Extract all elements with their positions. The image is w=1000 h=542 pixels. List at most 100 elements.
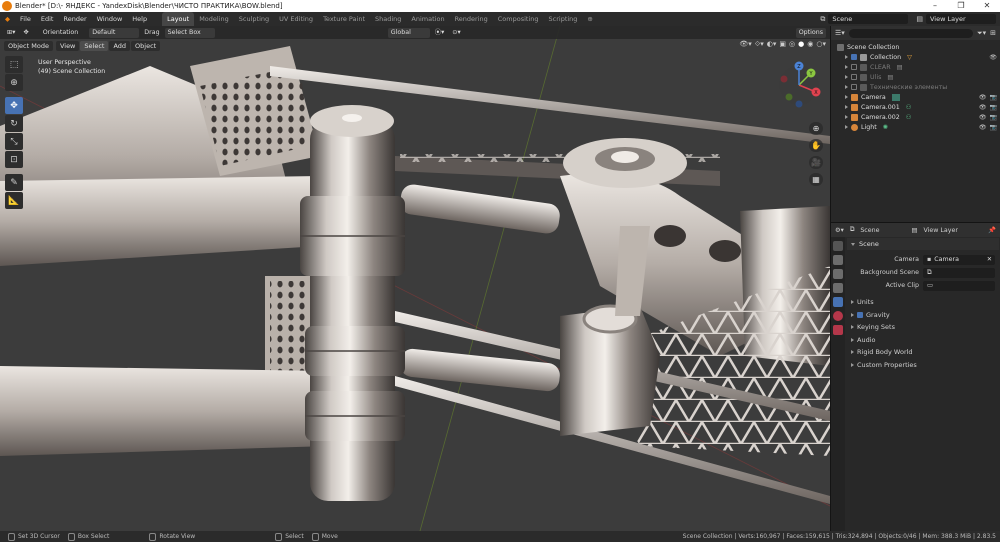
collection-checkbox[interactable] [851, 74, 857, 80]
expand-arrow-icon[interactable] [851, 362, 854, 367]
expand-arrow-icon[interactable] [845, 125, 848, 129]
menu-file[interactable]: File [15, 12, 36, 26]
render-camera-icon[interactable]: 📷 [990, 114, 997, 121]
expand-arrow-icon[interactable] [851, 300, 854, 305]
add-workspace-icon[interactable]: ⊕ [582, 12, 597, 26]
expand-arrow-icon[interactable] [851, 325, 854, 330]
output-tab-icon[interactable] [833, 269, 843, 279]
pan-hand-icon[interactable]: ✋ [809, 139, 823, 152]
overlay-icon[interactable]: ◐▾ [767, 40, 777, 51]
object-mode-dropdown[interactable]: Object Mode [4, 40, 53, 51]
world-tab-icon[interactable] [833, 311, 843, 321]
rotate-tool-icon[interactable]: ↻ [5, 115, 23, 132]
eye-icon[interactable]: 👁 [989, 54, 997, 61]
outliner-row-light[interactable]: Light ✺ 👁 📷 [831, 122, 1000, 132]
menu-object[interactable]: Object [131, 40, 161, 51]
collection-checkbox[interactable] [851, 54, 857, 60]
drag-dropdown[interactable]: Select Box [164, 27, 215, 38]
workspace-tab-shading[interactable]: Shading [370, 12, 406, 26]
tool-tab-icon[interactable] [833, 241, 843, 251]
collection-checkbox[interactable] [851, 84, 857, 90]
editor-type-icon[interactable]: ⊞▾ [4, 28, 18, 38]
texture-tab-icon[interactable] [833, 325, 843, 335]
gizmo-toggle-icon[interactable]: ⟐▾ [755, 40, 764, 51]
expand-arrow-icon[interactable] [845, 95, 848, 99]
rigid-body-world-subpanel[interactable]: Rigid Body World [847, 346, 999, 359]
material-shading-icon[interactable]: ◉ [807, 40, 813, 51]
collection-checkbox[interactable] [851, 64, 857, 70]
view-layer-tab-icon[interactable] [833, 283, 843, 293]
transform-pivot-icon[interactable]: ✥ [20, 28, 31, 38]
solid-shading-icon[interactable]: ● [798, 40, 804, 51]
expand-arrow-icon[interactable] [845, 85, 848, 89]
expand-arrow-icon[interactable] [851, 350, 854, 355]
scene-panel-header[interactable]: Scene [847, 238, 999, 250]
workspace-tab-sculpting[interactable]: Sculpting [234, 12, 274, 26]
outliner-row-camera-001[interactable]: Camera.001 ⚇ 👁 📷 [831, 102, 1000, 112]
measure-tool-icon[interactable]: 📐 [5, 192, 23, 209]
gravity-subpanel[interactable]: Gravity [847, 309, 999, 322]
expand-arrow-icon[interactable] [845, 105, 848, 109]
3d-viewport[interactable]: ⊞▾ ✥ Orientation Default Drag Select Box… [0, 26, 830, 531]
active-clip-field[interactable]: ▭ [923, 280, 995, 291]
proportional-edit-icon[interactable]: ⊙▾ [449, 28, 463, 38]
outliner-search-input[interactable] [848, 28, 973, 38]
render-tab-icon[interactable] [833, 255, 843, 265]
scene-selector[interactable]: Scene [828, 14, 909, 24]
filter-icon[interactable]: ⏷▾ [977, 29, 986, 38]
visibility-icon[interactable]: 👁▾ [739, 40, 751, 51]
pin-icon[interactable]: 📌 [988, 226, 996, 234]
grid-ortho-icon[interactable]: ▦ [809, 173, 823, 186]
outliner-row-tech-elements[interactable]: Технические элементы [831, 82, 1000, 92]
collapse-arrow-icon[interactable] [851, 243, 855, 246]
eye-icon[interactable]: 👁 [979, 114, 987, 121]
menu-add[interactable]: Add [109, 40, 131, 51]
menu-help[interactable]: Help [127, 12, 152, 26]
eye-icon[interactable]: 👁 [979, 104, 987, 111]
orientation-dropdown[interactable]: Default [89, 27, 140, 38]
keying-sets-subpanel[interactable]: Keying Sets [847, 321, 999, 334]
maximize-icon[interactable]: ❐ [948, 0, 974, 12]
annotate-tool-icon[interactable]: ✎ [5, 174, 23, 191]
custom-properties-subpanel[interactable]: Custom Properties [847, 359, 999, 372]
scale-tool-icon[interactable]: ⤡ [5, 133, 23, 150]
scene-tab-icon[interactable] [833, 297, 843, 307]
menu-view[interactable]: View [55, 40, 80, 51]
menu-window[interactable]: Window [92, 12, 128, 26]
view-layer-selector[interactable]: View Layer [926, 14, 996, 24]
audio-subpanel[interactable]: Audio [847, 334, 999, 347]
camera-field[interactable]: ▪ Camera ✕ [923, 254, 995, 265]
units-subpanel[interactable]: Units [847, 296, 999, 309]
outliner-row-collection[interactable]: Collection ▽ 👁 [831, 52, 1000, 62]
wireframe-shading-icon[interactable]: ◎ [789, 40, 795, 51]
workspace-tab-uv-editing[interactable]: UV Editing [274, 12, 318, 26]
workspace-tab-animation[interactable]: Animation [406, 12, 449, 26]
xray-icon[interactable]: ▣ [779, 40, 786, 51]
workspace-tab-scripting[interactable]: Scripting [544, 12, 583, 26]
workspace-tab-layout[interactable]: Layout [162, 12, 195, 26]
properties-editor-icon[interactable]: ⚙▾ [835, 227, 844, 234]
background-scene-field[interactable]: ⧉ [923, 267, 995, 278]
select-box-tool-icon[interactable]: ⬚ [5, 56, 23, 73]
menu-select[interactable]: Select [80, 40, 109, 51]
expand-arrow-icon[interactable] [845, 65, 848, 69]
move-tool-icon[interactable]: ✥ [5, 97, 23, 114]
render-camera-icon[interactable]: 📷 [990, 94, 997, 101]
eye-icon[interactable]: 👁 [979, 124, 987, 131]
transform-tool-icon[interactable]: ⊡ [5, 151, 23, 168]
minimize-icon[interactable]: – [922, 0, 948, 12]
outliner-editor-icon[interactable]: ☰▾ [835, 29, 845, 37]
navigation-gizmo[interactable]: X Y Z [776, 59, 822, 119]
camera-view-icon[interactable]: 🎥 [809, 156, 823, 169]
cursor-tool-icon[interactable]: ⊕ [5, 74, 23, 91]
expand-arrow-icon[interactable] [851, 312, 854, 317]
transform-orientation-dropdown[interactable]: Global [387, 27, 430, 38]
outliner-row-clear[interactable]: CLEAR ▤ [831, 62, 1000, 72]
outliner-row-ulis[interactable]: Ulis ▤ [831, 72, 1000, 82]
workspace-tab-texture-paint[interactable]: Texture Paint [318, 12, 370, 26]
menu-render[interactable]: Render [58, 12, 91, 26]
menu-edit[interactable]: Edit [36, 12, 59, 26]
outliner-row-scene-collection[interactable]: Scene Collection [831, 42, 1000, 52]
workspace-tab-modeling[interactable]: Modeling [194, 12, 234, 26]
options-dropdown[interactable]: Options [795, 27, 826, 38]
